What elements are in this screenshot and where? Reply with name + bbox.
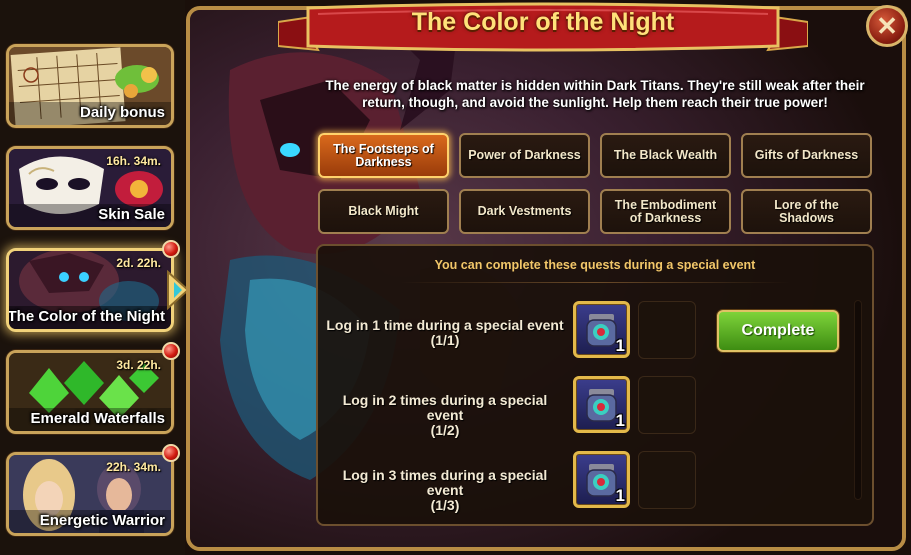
complete-button[interactable]: Complete — [717, 310, 839, 352]
tab-power-of-darkness[interactable]: Power of Darkness — [459, 133, 590, 178]
quest-text: Log in 3 times during a special event — [342, 467, 548, 498]
empty-reward-slot — [638, 301, 696, 359]
tab-dark-vestments[interactable]: Dark Vestments — [459, 189, 590, 234]
quest-progress: (1/1) — [430, 332, 460, 348]
event-card-title: Emerald Waterfalls — [30, 410, 166, 427]
event-timer: 3d. 22h. — [116, 358, 161, 372]
event-card-title: Skin Sale — [98, 206, 165, 223]
event-card-title: The Color of the Night — [7, 308, 165, 325]
notification-badge — [162, 444, 180, 462]
reward-count: 1 — [615, 486, 625, 505]
tab-footsteps-of-darkness[interactable]: The Footsteps of Darkness — [318, 133, 449, 178]
quest-progress: (1/3) — [430, 497, 460, 513]
reward-item[interactable]: 1 — [573, 451, 630, 508]
event-card-title: Daily bonus — [79, 104, 165, 121]
reward-count: 1 — [615, 411, 625, 430]
reward-count: 1 — [615, 336, 625, 355]
empty-reward-slot — [638, 451, 696, 509]
quest-scrollbar[interactable] — [854, 300, 862, 500]
notification-badge — [162, 342, 180, 360]
tab-gifts-of-darkness[interactable]: Gifts of Darkness — [741, 133, 872, 178]
event-timer: 2d. 22h. — [116, 256, 161, 270]
tab-lore-of-the-shadows[interactable]: Lore of the Shadows — [741, 189, 872, 234]
event-description: The energy of black matter is hidden wit… — [325, 78, 865, 110]
event-card-title: Energetic Warrior — [39, 512, 165, 529]
reward-item[interactable]: 1 — [573, 376, 630, 433]
tab-black-wealth[interactable]: The Black Wealth — [600, 133, 731, 178]
event-timer: 22h. 34m. — [106, 460, 161, 474]
event-card-daily-bonus[interactable]: Daily bonus — [6, 44, 174, 128]
tab-black-might[interactable]: Black Might — [318, 189, 449, 234]
quest-text: Log in 2 times during a special event — [342, 392, 548, 423]
quest-text: Log in 1 time during a special event — [326, 317, 564, 333]
quest-item-1: Log in 1 time during a special event (1/… — [325, 318, 565, 348]
event-timer: 16h. 34m. — [106, 154, 161, 168]
event-card-emerald-waterfalls[interactable]: 3d. 22h. Emerald Waterfalls — [6, 350, 174, 434]
quest-progress: (1/2) — [430, 422, 460, 438]
close-button[interactable]: ✕ — [866, 5, 908, 47]
empty-reward-slot — [638, 376, 696, 434]
page-title: The Color of the Night — [411, 8, 675, 36]
event-card-energetic-warrior[interactable]: 22h. 34m. Energetic Warrior — [6, 452, 174, 536]
close-icon: ✕ — [876, 10, 898, 41]
quest-item-2: Log in 2 times during a special event (1… — [325, 393, 565, 438]
event-card-skin-sale[interactable]: 16h. 34m. Skin Sale — [6, 146, 174, 230]
tab-embodiment-of-darkness[interactable]: The Embodiment of Darkness — [600, 189, 731, 234]
notification-badge — [162, 240, 180, 258]
event-card-color-of-the-night[interactable]: 2d. 22h. The Color of the Night — [6, 248, 174, 332]
quest-list-header: You can complete these quests during a s… — [434, 258, 756, 272]
divider — [400, 282, 790, 283]
quest-item-3: Log in 3 times during a special event (1… — [325, 468, 565, 513]
reward-item[interactable]: 1 — [573, 301, 630, 358]
event-sidebar: Daily bonus 16h. 34m. Skin Sale 2d. 22h.… — [0, 0, 190, 555]
